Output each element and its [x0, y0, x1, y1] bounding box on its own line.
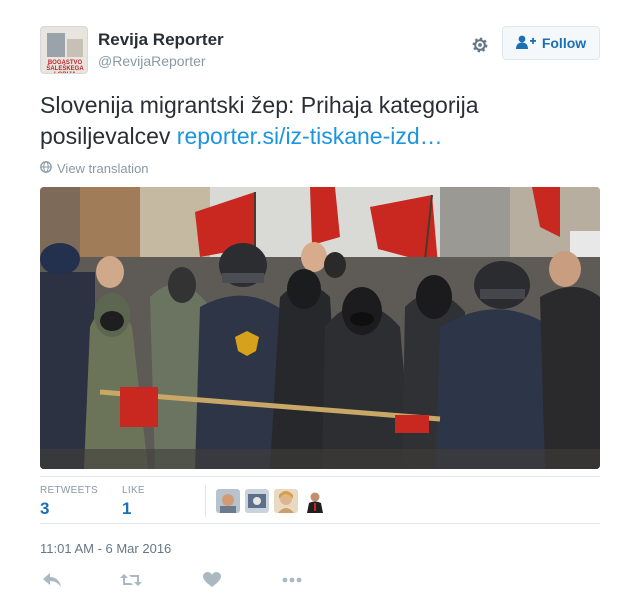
view-translation-label: View translation [57, 161, 149, 176]
liker-avatars [216, 489, 327, 513]
retweets-count: 3 [40, 499, 50, 518]
tweet-timestamp[interactable]: 11:01 AM - 6 Mar 2016 [40, 541, 171, 556]
tweet-stats: RETWEETS 3 LIKE 1 [40, 476, 600, 524]
avatar-building-shape [47, 33, 65, 57]
likes-stat[interactable]: LIKE 1 [122, 485, 145, 519]
user-names: Revija Reporter @RevijaReporter [98, 30, 224, 70]
avatar-building-shape [67, 39, 83, 57]
avatar-caption: BOGASTVO ŠALEŠKEGA LOBIJA [46, 60, 84, 73]
retweets-stat[interactable]: RETWEETS 3 [40, 485, 98, 519]
display-name[interactable]: Revija Reporter [98, 30, 224, 50]
view-translation-link[interactable]: View translation [40, 161, 149, 176]
tweet-actions [40, 568, 340, 592]
retweet-icon[interactable] [119, 568, 143, 592]
liker-avatar[interactable] [245, 489, 269, 513]
retweets-label: RETWEETS [40, 485, 98, 496]
add-user-icon [515, 35, 536, 52]
protest-photo-illustration [40, 187, 600, 469]
tweet-photo[interactable] [40, 187, 600, 469]
tweet-text: Slovenija migrantski žep: Prihaja katego… [40, 90, 600, 152]
liker-avatar[interactable] [274, 489, 298, 513]
likes-label: LIKE [122, 485, 145, 496]
follow-button[interactable]: Follow [502, 26, 600, 60]
more-icon[interactable] [280, 568, 304, 592]
stats-divider [205, 485, 206, 517]
liker-avatar[interactable] [216, 489, 240, 513]
tweet-link[interactable]: reporter.si/iz-tiskane-izd… [177, 123, 443, 149]
globe-icon [40, 161, 52, 176]
liker-avatar[interactable] [303, 489, 327, 513]
likes-count: 1 [122, 499, 132, 518]
tweet-header: BOGASTVO ŠALEŠKEGA LOBIJA Revija Reporte… [40, 26, 600, 76]
follow-button-label: Follow [541, 35, 587, 51]
heart-icon[interactable] [200, 568, 224, 592]
avatar[interactable]: BOGASTVO ŠALEŠKEGA LOBIJA [40, 26, 88, 74]
reply-icon[interactable] [40, 568, 64, 592]
screen-name[interactable]: @RevijaReporter [98, 52, 224, 70]
gear-icon[interactable] [467, 32, 493, 58]
